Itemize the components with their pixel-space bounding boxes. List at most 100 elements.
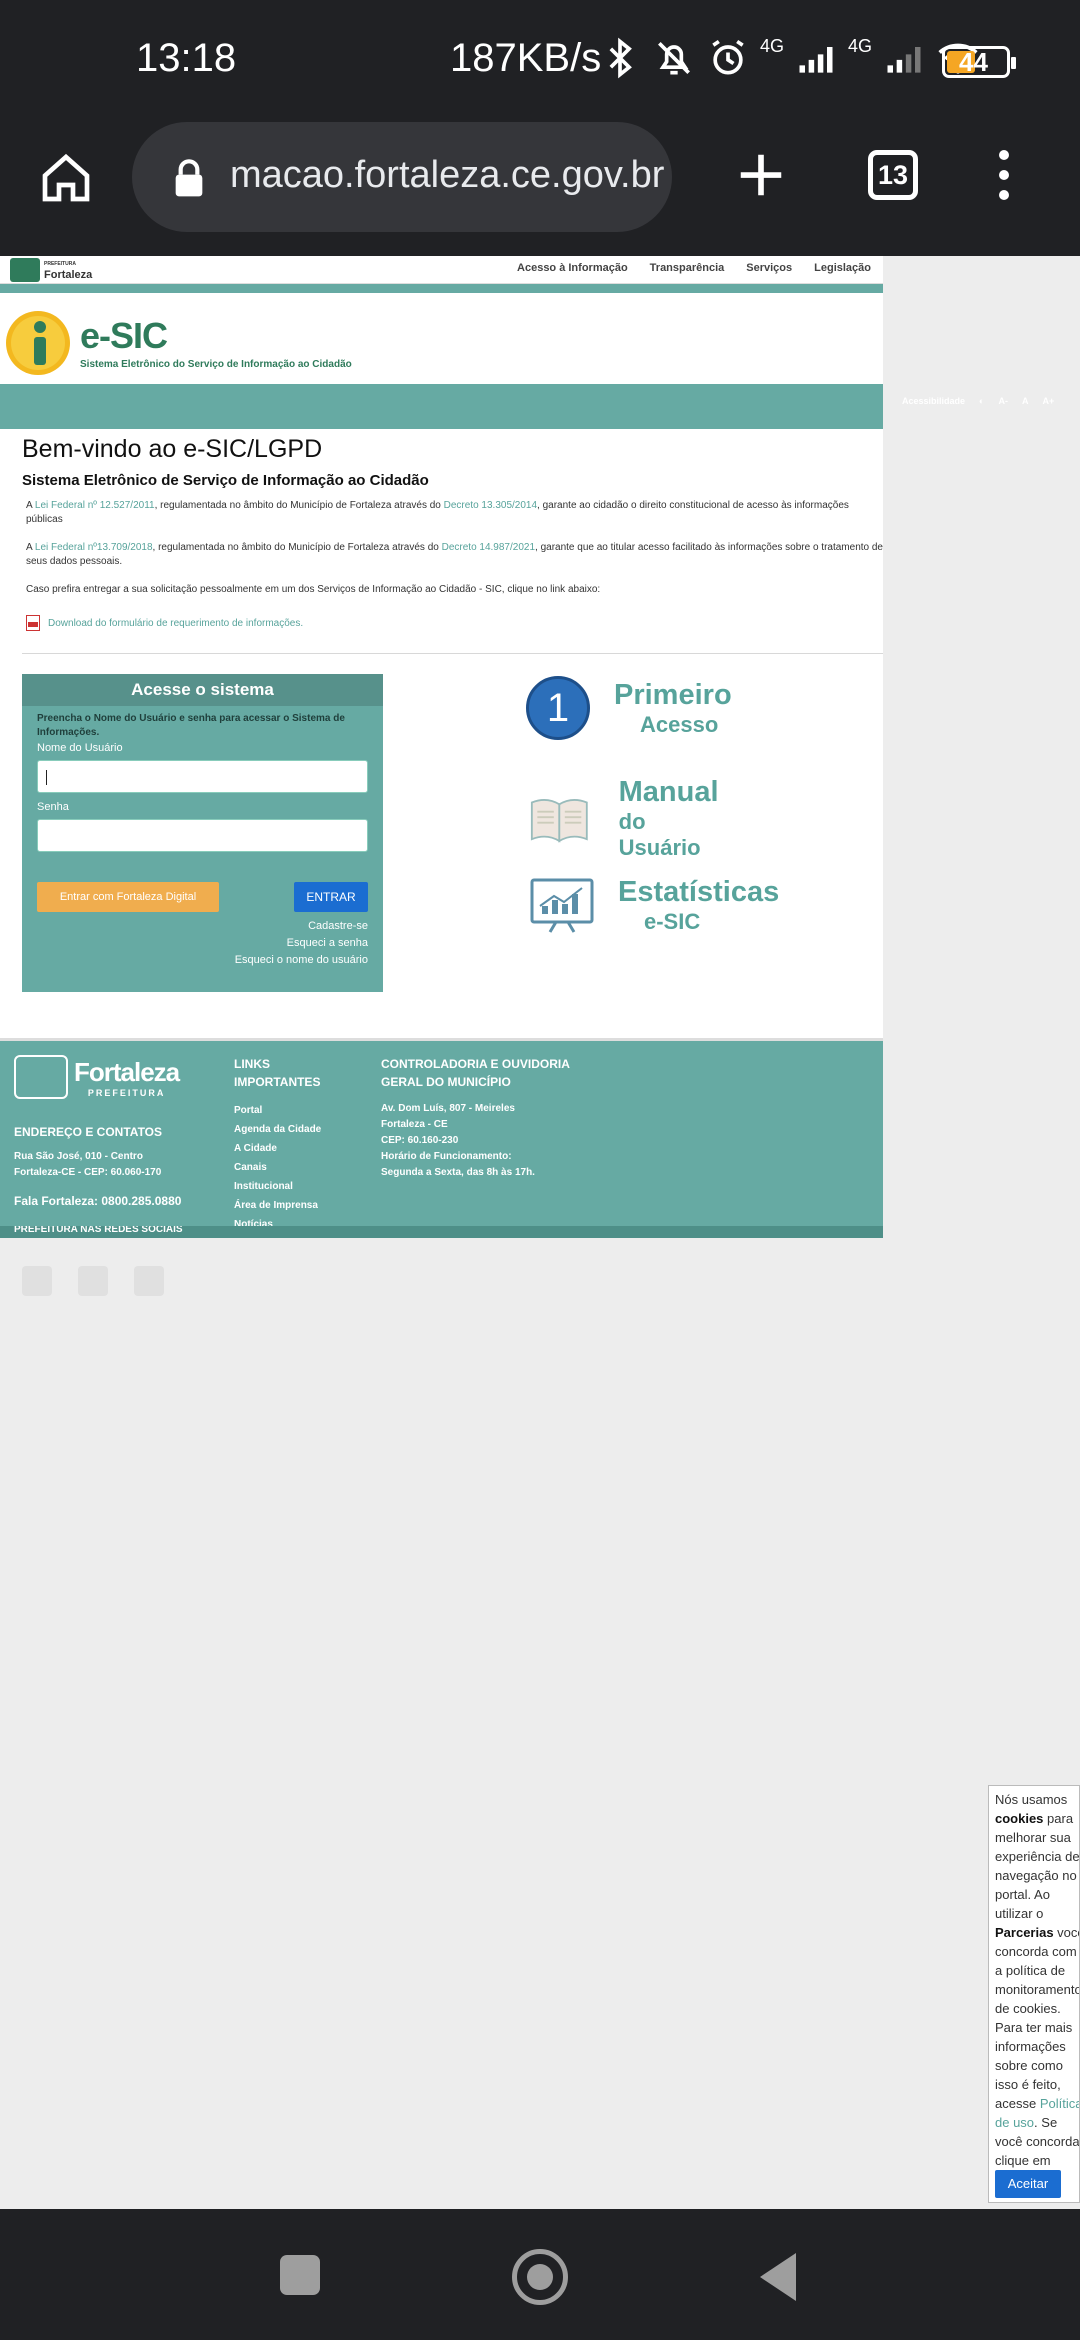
primeiro-text: Primeiro [614,678,732,711]
forgot-username-link[interactable]: Esqueci o nome do usuário [235,952,368,969]
intro-paragraph-3: Caso prefira entregar a sua solicitação … [26,584,601,595]
accessibility-icon[interactable]: ◐ [979,396,984,406]
entrar-button[interactable]: ENTRAR [294,882,368,912]
statistics-chart-icon [530,878,594,933]
top-navigation: PREFEITURA Fortaleza Acesso à Informação … [0,256,883,284]
font-normal[interactable]: A [1022,396,1029,406]
password-input[interactable] [37,819,368,852]
network-type-1: 4G [760,35,785,56]
text-caret [46,770,47,785]
accessibility-label[interactable]: Acessibilidade [902,396,965,406]
p1-prefix: A [26,500,35,511]
network-type-2: 4G [848,35,873,56]
cookie-t2: para melhorar sua experiência de navegaç… [995,1811,1080,1921]
primeiro-acesso-link[interactable]: 1 Primeiro Acesso [526,676,732,740]
link-legislacao[interactable]: Legislação [814,262,871,274]
download-form-text[interactable]: Download do formulário de requerimento d… [48,618,303,629]
cookie-accept-button[interactable]: Aceitar [995,2170,1061,2198]
recents-icon[interactable] [280,2255,320,2295]
cgm-line-1: Av. Dom Luís, 807 - Meireles [381,1103,515,1114]
cookie-b2: Parcerias [995,1925,1054,1940]
username-input[interactable] [37,760,368,793]
cgm-line-2: Fortaleza - CE [381,1119,448,1130]
signal-icon-2 [887,47,921,73]
font-increase[interactable]: A+ [1042,396,1054,406]
font-decrease[interactable]: A- [998,396,1008,406]
social-icons [22,1266,164,1296]
footer-link-agenda[interactable]: Agenda da Cidade [234,1120,321,1139]
lei-13709-link[interactable]: Lei Federal nº13.709/2018 [35,542,153,553]
register-link[interactable]: Cadastre-se [235,918,368,935]
browser-toolbar: macao.fortaleza.ce.gov.br 13 [0,122,1080,256]
footer-logo-pref: PREFEITURA [87,1087,166,1098]
twitter-icon[interactable] [22,1266,52,1296]
decreto-13305-link[interactable]: Decreto 13.305/2014 [444,500,537,511]
new-tab-icon[interactable] [734,148,788,202]
footer-link-imprensa[interactable]: Área de Imprensa [234,1196,321,1215]
network-speed: 187KB/s [450,36,602,80]
login-links: Cadastre-se Esqueci a senha Esqueci o no… [235,918,368,969]
p2-middle: , regulamentada no âmbito do Município d… [152,542,442,553]
teal-band [0,384,883,429]
city-crest-icon [10,258,40,282]
forgot-password-link[interactable]: Esqueci a senha [235,935,368,952]
link-transparencia[interactable]: Transparência [650,262,725,274]
url-text: macao.fortaleza.ce.gov.br [230,154,665,196]
number-one-badge: 1 [526,676,590,740]
tab-switcher-button[interactable]: 13 [868,150,918,200]
decreto-14987-link[interactable]: Decreto 14.987/2021 [442,542,535,553]
facebook-icon[interactable] [78,1266,108,1296]
estatisticas-text: Estatísticas [618,876,780,908]
status-time: 13:18 [136,36,237,80]
address-heading: ENDEREÇO E CONTATOS [14,1125,163,1139]
estatisticas-link[interactable]: Estatísticas e-SIC [530,876,779,935]
accessibility-bar: Acessibilidade ◐ A- A A+ [902,396,1054,406]
battery-level: 44 [959,47,988,77]
info-logo-icon[interactable] [4,309,72,377]
address-line-1: Rua São José, 010 - Centro [14,1151,143,1162]
manual-usuario-link[interactable]: Manual do Usuário [530,776,724,861]
footer-link-portal[interactable]: Portal [234,1101,321,1120]
footer-crest-icon [14,1055,68,1099]
teal-divider [0,284,883,293]
footer-link-canais[interactable]: Canais [234,1158,321,1177]
footer-link-cidade[interactable]: A Cidade [234,1139,321,1158]
more-menu-icon[interactable] [994,150,1014,206]
download-form-link[interactable]: Download do formulário de requerimento d… [22,615,883,631]
prefeitura-logo[interactable]: PREFEITURA Fortaleza [10,258,92,282]
back-icon[interactable] [760,2253,796,2301]
lei-12527-link[interactable]: Lei Federal nº 12.527/2011 [35,500,155,511]
link-acesso-informacao[interactable]: Acesso à Informação [517,262,628,274]
fortaleza-digital-button[interactable]: Entrar com Fortaleza Digital [37,882,219,912]
alarm-icon [712,39,744,75]
system-nav-bar [0,2209,1080,2340]
cgm-line-4: Horário de Funcionamento: [381,1151,512,1162]
phone-line: Fala Fortaleza: 0800.285.0880 [14,1194,182,1208]
link-servicos[interactable]: Serviços [746,262,792,274]
address-line-2: Fortaleza-CE - CEP: 60.060-170 [14,1167,162,1178]
login-title: Acesse o sistema [22,674,383,706]
footer-link-institucional[interactable]: Institucional [234,1177,321,1196]
youtube-icon[interactable] [134,1266,164,1296]
address-bar[interactable]: macao.fortaleza.ce.gov.br [132,122,672,232]
footer-logo[interactable]: Fortaleza PREFEITURA [14,1055,180,1099]
acesso-text: Acesso [640,711,719,737]
esic-subtitle: Sistema Eletrônico do Serviço de Informa… [80,359,352,370]
pdf-icon [26,615,40,631]
open-book-icon [530,798,588,843]
cookie-t1: Nós usamos [995,1792,1068,1807]
intro-paragraph-1: A Lei Federal nº 12.527/2011, regulament… [22,499,883,527]
links-heading-1: LINKS [234,1057,270,1071]
cookie-banner: Nós usamos cookies para melhorar sua exp… [988,1785,1080,2203]
p2-prefix: A [26,542,35,553]
bluetooth-icon [609,37,632,79]
p1-middle: , regulamentada no âmbito do Município d… [154,500,444,511]
username-label: Nome do Usuário [37,742,123,754]
do-usuario-text: do Usuário [618,809,701,860]
links-heading-2: IMPORTANTES [234,1075,321,1089]
home-nav-icon[interactable] [512,2249,568,2305]
manual-text: Manual [618,776,719,808]
cookie-b1: cookies [995,1811,1044,1826]
home-icon[interactable] [38,150,94,206]
cgm-line-3: CEP: 60.160-230 [381,1135,459,1146]
